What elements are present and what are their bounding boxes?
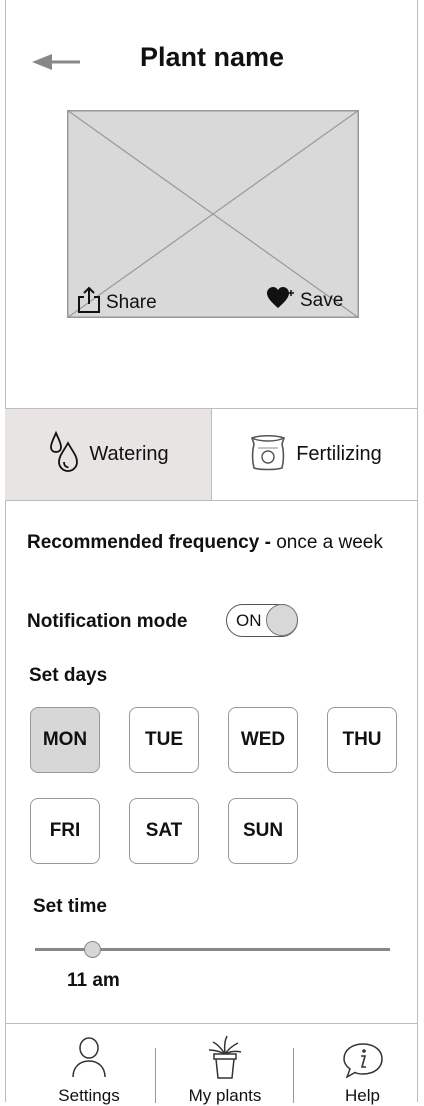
tab-fertilizing[interactable]: Fertilizing (211, 409, 418, 500)
time-value: 11 am (67, 970, 120, 991)
day-button-fri[interactable]: FRI (30, 798, 100, 864)
day-button-sat[interactable]: SAT (129, 798, 199, 864)
day-button-mon[interactable]: MON (30, 707, 100, 773)
user-icon (71, 1036, 107, 1083)
notification-toggle[interactable]: ON (226, 604, 298, 637)
nav-help-label: Help (345, 1086, 380, 1105)
share-label: Share (106, 292, 157, 313)
day-button-tue[interactable]: TUE (129, 707, 199, 773)
day-button-sun[interactable]: SUN (228, 798, 298, 864)
recommended-frequency: Recommended frequency - once a week (27, 532, 383, 554)
nav-divider (155, 1048, 156, 1103)
time-slider-handle[interactable] (84, 941, 101, 958)
nav-divider (293, 1048, 294, 1103)
day-button-wed[interactable]: WED (228, 707, 298, 773)
frame-right-border (417, 0, 418, 1102)
set-days-label: Set days (29, 665, 108, 686)
toggle-state-label: ON (236, 611, 262, 630)
bottom-nav: Settings My plants Help (5, 1023, 418, 1105)
share-icon (76, 286, 102, 320)
tab-watering[interactable]: Watering (5, 409, 211, 500)
fertilizer-bag-icon (248, 432, 288, 478)
nav-help[interactable]: Help (310, 1024, 415, 1105)
toggle-knob (266, 604, 298, 636)
nav-my-plants[interactable]: My plants (170, 1024, 280, 1105)
save-button[interactable]: Save (266, 286, 343, 316)
potted-plant-icon (207, 1034, 243, 1085)
share-button[interactable]: Share (76, 286, 157, 320)
page-title: Plant name (139, 42, 285, 72)
frame-left-border (5, 0, 6, 1102)
heart-plus-icon (266, 286, 296, 316)
tab-fertilizing-label: Fertilizing (296, 443, 382, 465)
frequency-label: Recommended frequency - (27, 532, 271, 553)
nav-settings-label: Settings (58, 1086, 120, 1105)
info-icon (342, 1042, 384, 1085)
save-label: Save (300, 290, 344, 311)
day-button-thu[interactable]: THU (327, 707, 397, 773)
water-drops-icon (47, 430, 81, 479)
care-tabs: Watering Fertilizing (5, 408, 418, 501)
frequency-value: once a week (276, 532, 383, 553)
set-time-label: Set time (33, 896, 107, 917)
notification-mode-label: Notification mode (27, 611, 188, 632)
nav-settings[interactable]: Settings (35, 1024, 143, 1105)
tab-watering-label: Watering (89, 443, 169, 465)
nav-my-plants-label: My plants (188, 1086, 262, 1105)
